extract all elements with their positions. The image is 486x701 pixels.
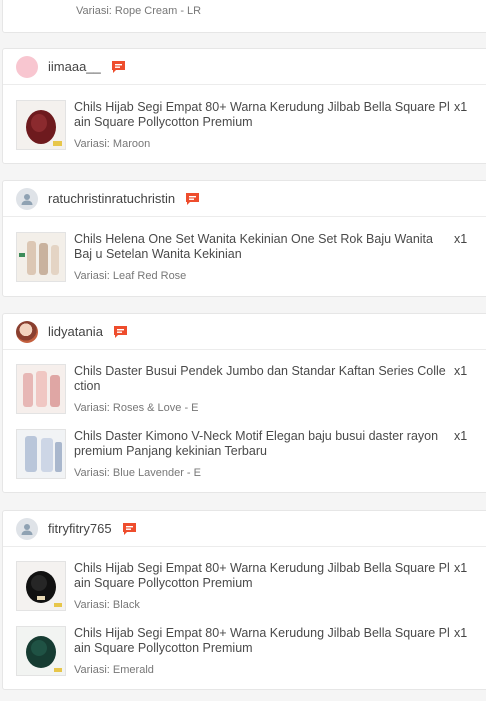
avatar[interactable] xyxy=(16,517,38,540)
product-variant: Variasi: Leaf Red Rose xyxy=(74,270,187,282)
product-quantity: x1 xyxy=(454,232,468,246)
product-title[interactable]: Chils Daster Busui Pendek Jumbo dan Stan… xyxy=(74,364,452,394)
user-icon xyxy=(21,523,33,535)
product-thumbnail[interactable] xyxy=(16,561,66,611)
product-title[interactable]: Chils Hijab Segi Empat 80+ Warna Kerudun… xyxy=(74,561,452,591)
product-variant: Variasi: Rope Cream - LR xyxy=(76,5,202,17)
order-card-header: fitryfitry765 xyxy=(3,511,486,547)
avatar[interactable] xyxy=(16,187,38,210)
product-quantity: x1 xyxy=(454,626,468,640)
product-quantity: x1 xyxy=(454,561,468,575)
product-variant: Variasi: Maroon xyxy=(74,138,151,150)
product-variant: Variasi: Roses & Love - E xyxy=(74,402,199,414)
avatar[interactable] xyxy=(16,55,38,78)
product-thumbnail[interactable] xyxy=(16,364,66,414)
order-card: ratuchristinratuchristin Chils Helena On… xyxy=(2,180,486,297)
product-thumbnail[interactable] xyxy=(16,100,66,150)
order-item[interactable]: Chils Daster Kimono V-Neck Motif Elegan … xyxy=(16,429,483,484)
chat-icon[interactable] xyxy=(113,325,128,338)
product-title[interactable]: Chils Helena One Set Wanita Kekinian One… xyxy=(74,232,452,262)
product-title[interactable]: Chils Hijab Segi Empat 80+ Warna Kerudun… xyxy=(74,626,452,656)
order-item[interactable]: Chils Hijab Segi Empat 80+ Warna Kerudun… xyxy=(16,100,483,155)
product-quantity: x1 xyxy=(454,364,468,378)
partial-order-card: Variasi: Rope Cream - LR xyxy=(2,0,486,33)
product-thumbnail[interactable] xyxy=(16,626,66,676)
product-title[interactable]: Chils Hijab Segi Empat 80+ Warna Kerudun… xyxy=(74,100,452,130)
product-quantity: x1 xyxy=(454,100,468,114)
product-thumbnail[interactable] xyxy=(16,429,66,479)
product-variant: Variasi: Emerald xyxy=(74,664,154,676)
user-icon xyxy=(21,193,33,205)
order-card-header: lidyatania xyxy=(3,314,486,350)
buyer-username[interactable]: iimaaa__ xyxy=(48,59,101,74)
avatar[interactable] xyxy=(16,320,38,343)
product-quantity: x1 xyxy=(454,429,468,443)
order-item[interactable]: Chils Hijab Segi Empat 80+ Warna Kerudun… xyxy=(16,561,483,616)
product-thumbnail[interactable] xyxy=(16,232,66,282)
order-item[interactable]: Chils Daster Busui Pendek Jumbo dan Stan… xyxy=(16,364,483,419)
buyer-username[interactable]: fitryfitry765 xyxy=(48,521,112,536)
order-item[interactable]: Chils Hijab Segi Empat 80+ Warna Kerudun… xyxy=(16,626,483,681)
buyer-username[interactable]: ratuchristinratuchristin xyxy=(48,191,175,206)
product-variant: Variasi: Blue Lavender - E xyxy=(74,467,201,479)
chat-icon[interactable] xyxy=(122,522,137,535)
order-card-header: ratuchristinratuchristin xyxy=(3,181,486,217)
order-card: fitryfitry765 Chils Hijab Segi Empat 80+… xyxy=(2,510,486,690)
product-variant: Variasi: Black xyxy=(74,599,140,611)
buyer-username[interactable]: lidyatania xyxy=(48,324,103,339)
order-item[interactable]: Chils Helena One Set Wanita Kekinian One… xyxy=(16,232,483,287)
product-title[interactable]: Chils Daster Kimono V-Neck Motif Elegan … xyxy=(74,429,452,459)
order-card: iimaaa__ Chils Hijab Segi Empat 80+ Warn… xyxy=(2,48,486,164)
order-card-header: iimaaa__ xyxy=(3,49,486,85)
chat-icon[interactable] xyxy=(185,192,200,205)
order-card: lidyatania Chils Daster Busui Pendek Jum… xyxy=(2,313,486,493)
chat-icon[interactable] xyxy=(111,60,126,73)
